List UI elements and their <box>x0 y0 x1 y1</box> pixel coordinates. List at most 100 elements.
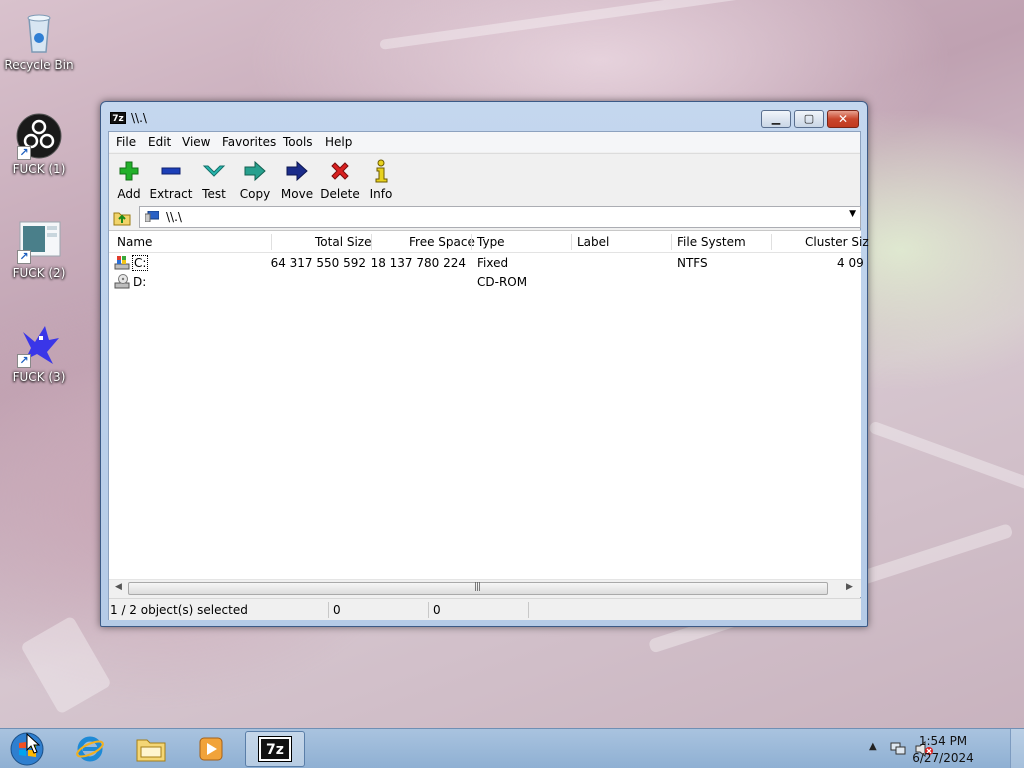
taskbar: 7z ▲ 1:54 PM 6/27/2024 <box>0 728 1024 768</box>
status-bar: 1 / 2 object(s) selected 0 0 <box>109 598 861 620</box>
taskbar-7zip[interactable]: 7z <box>245 731 305 767</box>
minimize-icon: ▁ <box>771 112 781 125</box>
column-divider[interactable] <box>571 234 572 250</box>
minimize-button[interactable]: ▁ <box>761 110 791 128</box>
column-divider[interactable] <box>671 234 672 250</box>
menu-help[interactable]: Help <box>325 135 352 149</box>
obs-icon: ↗ <box>15 112 63 160</box>
desktop-icon-recycle-bin[interactable]: Recycle Bin <box>3 8 75 72</box>
drive-total-size: 64 317 550 592 <box>270 256 366 270</box>
test-label: Test <box>202 187 226 201</box>
column-header-name[interactable]: Name <box>117 235 152 249</box>
add-button[interactable]: Add <box>107 158 151 201</box>
taskbar-internet-explorer[interactable] <box>62 731 118 767</box>
desktop-icon-label: FUCK (2) <box>12 266 66 280</box>
show-desktop-button[interactable] <box>1010 729 1024 768</box>
move-arrow-icon <box>275 158 319 184</box>
show-hidden-icons-icon[interactable]: ▲ <box>869 741 877 752</box>
scroll-left-icon[interactable]: ◀ <box>115 582 122 592</box>
minus-icon <box>149 158 193 184</box>
address-input[interactable]: \\.\ ▼ <box>139 206 861 228</box>
drive-file-system: NTFS <box>677 256 708 270</box>
drive-name: C: <box>132 255 149 271</box>
column-divider[interactable] <box>271 234 272 250</box>
taskbar-media-player[interactable] <box>183 731 239 767</box>
menu-view[interactable]: View <box>182 135 210 149</box>
move-button[interactable]: Move <box>275 158 319 201</box>
title-bar[interactable]: 7z \\.\ ▁ ▢ ✕ <box>101 102 867 130</box>
copy-arrow-icon <box>233 158 277 184</box>
7zip-app-icon: 7z <box>110 112 126 124</box>
checkmark-icon <box>192 158 236 184</box>
desktop-icon-fuck-3[interactable]: ↗ FUCK (3) <box>3 320 75 384</box>
menu-edit[interactable]: Edit <box>148 135 171 149</box>
grip-icon: ||| <box>474 582 481 592</box>
copy-button[interactable]: Copy <box>233 158 277 201</box>
list-header: Name Total Size Free Space Type Label Fi… <box>109 231 869 253</box>
column-divider[interactable] <box>471 234 472 250</box>
close-button[interactable]: ✕ <box>827 110 859 128</box>
clock-date[interactable]: 6/27/2024 <box>908 751 978 765</box>
extract-button[interactable]: Extract <box>149 158 193 201</box>
desktop-icon-fuck-1[interactable]: ↗ FUCK (1) <box>3 112 75 176</box>
file-list[interactable]: Name Total Size Free Space Type Label Fi… <box>109 230 869 579</box>
test-button[interactable]: Test <box>192 158 236 201</box>
drive-name: D: <box>133 275 147 289</box>
drive-type: CD-ROM <box>477 275 528 289</box>
status-divider <box>428 602 429 618</box>
column-divider[interactable] <box>771 234 772 250</box>
scroll-right-icon[interactable]: ▶ <box>846 582 853 592</box>
scrollbar-thumb[interactable]: ||| <box>128 582 828 595</box>
menu-bar: File Edit View Favorites Tools Help <box>109 132 860 152</box>
hard-drive-icon <box>114 256 130 270</box>
column-header-label[interactable]: Label <box>577 235 609 249</box>
maximize-icon: ▢ <box>803 112 815 125</box>
recycle-bin-icon <box>15 8 63 56</box>
drive-cluster-size: 4 09 <box>837 256 864 270</box>
column-header-free-space[interactable]: Free Space <box>409 235 475 249</box>
status-divider <box>328 602 329 618</box>
column-header-file-system[interactable]: File System <box>677 235 746 249</box>
wallpaper-streak <box>867 420 1024 501</box>
network-icon[interactable] <box>889 741 907 757</box>
close-icon: ✕ <box>837 112 849 126</box>
desktop-icon-fuck-2[interactable]: ↗ FUCK (2) <box>3 216 75 280</box>
wallpaper-streak <box>20 615 112 715</box>
column-header-type[interactable]: Type <box>477 235 505 249</box>
table-row[interactable]: C: 64 317 550 592 18 137 780 224 Fixed N… <box>109 254 864 273</box>
up-folder-button[interactable] <box>112 207 134 227</box>
drive-type: Fixed <box>477 256 509 270</box>
folder-icon <box>136 739 166 762</box>
wallpaper-streak <box>379 0 896 50</box>
address-text: \\.\ <box>166 210 182 224</box>
horizontal-scrollbar[interactable]: ◀ ||| ▶ <box>109 579 861 597</box>
table-row[interactable]: D: CD-ROM <box>109 273 861 292</box>
window-client-area: File Edit View Favorites Tools Help Add … <box>108 131 869 620</box>
menu-file[interactable]: File <box>116 135 136 149</box>
window-title: \\.\ <box>131 111 147 125</box>
taskbar-file-explorer[interactable] <box>123 731 179 767</box>
delete-x-icon <box>318 158 362 184</box>
delete-button[interactable]: Delete <box>318 158 362 201</box>
info-label: Info <box>369 187 393 201</box>
status-divider <box>528 602 529 618</box>
shortcut-arrow-icon: ↗ <box>17 146 31 160</box>
7zip-icon: 7z <box>258 736 292 762</box>
address-bar: \\.\ ▼ <box>109 204 861 230</box>
menu-favorites[interactable]: Favorites <box>222 135 276 149</box>
copy-label: Copy <box>239 187 271 201</box>
media-player-icon <box>199 737 223 761</box>
desktop-icon-label: FUCK (1) <box>12 162 66 176</box>
clock-time[interactable]: 1:54 PM <box>908 734 978 748</box>
menu-tools[interactable]: Tools <box>283 135 313 149</box>
column-header-total-size[interactable]: Total Size <box>315 235 371 249</box>
info-icon <box>359 158 403 184</box>
desktop-icon-label: Recycle Bin <box>4 58 74 72</box>
maximize-button[interactable]: ▢ <box>794 110 824 128</box>
folder-up-icon <box>113 212 131 226</box>
info-button[interactable]: Info <box>359 158 403 201</box>
chevron-down-icon[interactable]: ▼ <box>849 209 856 219</box>
toolbar: Add Extract Test Copy Move Delete Info <box>109 153 860 203</box>
column-divider[interactable] <box>371 234 372 250</box>
column-header-cluster-size[interactable]: Cluster Siz <box>805 235 869 249</box>
